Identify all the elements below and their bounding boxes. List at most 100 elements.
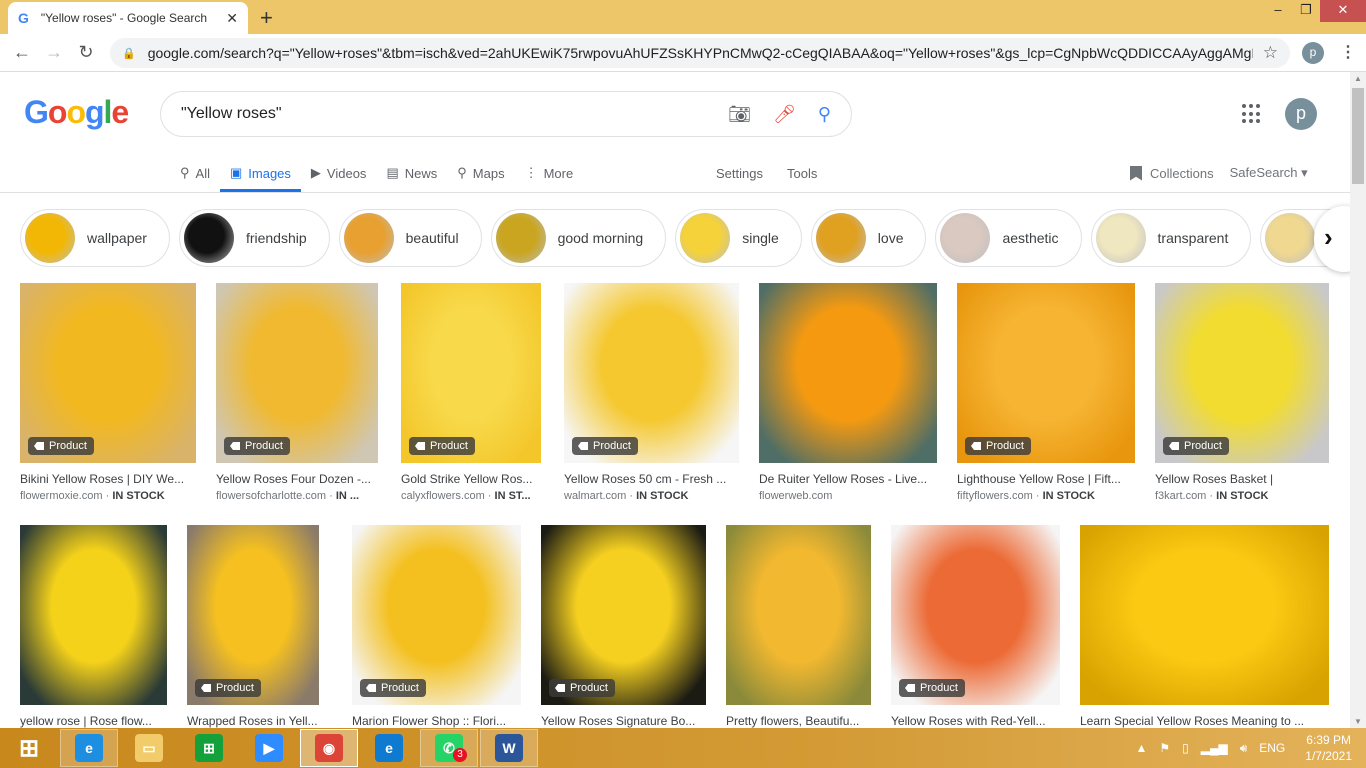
result-title[interactable]: Pretty flowers, Beautifu... [726, 714, 871, 728]
taskbar-zoom[interactable]: ▶ [240, 729, 298, 767]
result-title[interactable]: Wrapped Roses in Yell... [187, 714, 319, 728]
result-source[interactable]: flowermoxie.com · IN STOCK [20, 490, 196, 502]
result-title[interactable]: Learn Special Yellow Roses Meaning to ..… [1080, 714, 1329, 728]
result-thumbnail[interactable]: Product [216, 283, 378, 463]
new-tab-button[interactable]: + [260, 5, 273, 31]
image-result[interactable]: yellow rose | Rose flow... [20, 525, 167, 728]
result-thumbnail[interactable]: Product [1155, 283, 1329, 463]
tab-more[interactable]: ⋮ More [525, 154, 574, 192]
result-title[interactable]: Yellow Roses Four Dozen -... [216, 472, 378, 486]
image-result[interactable]: Product Yellow Roses with Red-Yell... [891, 525, 1060, 728]
image-result[interactable]: ProductMarion Flower Shop :: Flori... [352, 525, 521, 728]
image-result[interactable]: Pretty flowers, Beautifu... [726, 525, 871, 728]
scrollbar-thumb[interactable] [1352, 88, 1364, 184]
search-box[interactable]: "Yellow roses" 📷︎ 🎤︎ ⚲ [160, 91, 852, 137]
related-search-chip[interactable]: single [675, 209, 802, 267]
browser-tab[interactable]: G "Yellow roses" - Google Search ✕ [8, 2, 248, 34]
tab-videos[interactable]: ▶ Videos [311, 154, 367, 192]
result-thumbnail[interactable] [726, 525, 871, 705]
battery-icon[interactable]: ▯ [1182, 741, 1189, 755]
image-result[interactable]: Product Wrapped Roses in Yell... [187, 525, 319, 728]
related-search-chip[interactable]: transparent [1090, 209, 1252, 267]
result-thumbnail[interactable] [759, 283, 937, 463]
related-search-chip[interactable]: friendship [178, 209, 330, 267]
result-thumbnail[interactable]: Product [541, 525, 706, 705]
result-title[interactable]: Marion Flower Shop :: Flori... [352, 714, 521, 728]
taskbar-file-explorer[interactable]: ▭ [120, 729, 178, 767]
close-tab-icon[interactable]: ✕ [226, 10, 238, 27]
tab-images[interactable]: ▣ Images [219, 154, 301, 192]
forward-button[interactable]: → [38, 42, 70, 63]
microphone-icon[interactable]: 🎤︎ [773, 104, 796, 125]
result-thumbnail[interactable]: Product [891, 525, 1060, 705]
image-result[interactable]: Product Yellow Roses Signature Bo... [541, 525, 706, 728]
result-title[interactable]: Yellow Roses with Red-Yell... [891, 714, 1060, 728]
result-title[interactable]: De Ruiter Yellow Roses - Live... [759, 472, 937, 486]
back-button[interactable]: ← [6, 42, 38, 63]
result-source[interactable]: fiftyflowers.com · IN STOCK [957, 490, 1135, 502]
image-result[interactable]: Product Lighthouse Yellow Rose | Fift... f… [957, 283, 1135, 502]
result-source[interactable]: calyxflowers.com · IN ST... [401, 490, 541, 502]
result-title[interactable]: yellow rose | Rose flow... [20, 714, 167, 728]
image-result[interactable]: Product Yellow Roses 50 cm - Fresh ... wal… [564, 283, 739, 502]
image-result[interactable]: Product Yellow Roses Four Dozen -... flowe… [216, 283, 378, 502]
google-logo[interactable]: Google [24, 94, 129, 131]
page-scrollbar[interactable]: ▲ ▼ [1350, 72, 1366, 728]
result-thumbnail[interactable] [1080, 525, 1329, 705]
search-input[interactable]: "Yellow roses" [181, 105, 706, 123]
language-indicator[interactable]: ENG [1259, 741, 1285, 755]
result-title[interactable]: Lighthouse Yellow Rose | Fift... [957, 472, 1135, 486]
reload-button[interactable]: ↻ [70, 42, 102, 63]
camera-icon[interactable]: 📷︎ [728, 104, 751, 125]
browser-profile-avatar[interactable]: p [1302, 42, 1324, 64]
close-window-button[interactable]: ✕ [1320, 0, 1366, 22]
bookmark-star-icon[interactable]: ☆ [1263, 43, 1278, 63]
image-result[interactable]: Product Gold Strike Yellow Ros... calyxflo… [401, 283, 541, 502]
tab-all[interactable]: ⚲ All [180, 154, 210, 192]
network-signal-icon[interactable]: ▂▄▆ [1201, 741, 1228, 755]
restore-button[interactable]: ❐ [1292, 0, 1320, 22]
result-thumbnail[interactable]: Product [352, 525, 521, 705]
result-thumbnail[interactable]: Product [564, 283, 739, 463]
action-center-flag-icon[interactable]: ⚑ [1159, 741, 1170, 755]
taskbar-whatsapp[interactable]: ✆ 3 [420, 729, 478, 767]
result-thumbnail[interactable]: Product [401, 283, 541, 463]
browser-menu-icon[interactable]: ⋮ [1340, 42, 1356, 62]
result-thumbnail[interactable] [20, 525, 167, 705]
tab-news[interactable]: ▤ News [386, 154, 437, 192]
scroll-down-arrow-icon[interactable]: ▼ [1350, 717, 1366, 726]
url-text[interactable]: google.com/search?q="Yellow+roses"&tbm=i… [148, 45, 1253, 61]
taskbar-edge[interactable]: e [360, 729, 418, 767]
result-title[interactable]: Yellow Roses 50 cm - Fresh ... [564, 472, 739, 486]
tools-link[interactable]: Tools [787, 166, 817, 181]
image-result[interactable]: Learn Special Yellow Roses Meaning to ..… [1080, 525, 1329, 728]
result-title[interactable]: Yellow Roses Signature Bo... [541, 714, 706, 728]
image-result[interactable]: Product Yellow Roses Basket | f3kart.com ·… [1155, 283, 1329, 502]
result-title[interactable]: Gold Strike Yellow Ros... [401, 472, 541, 486]
result-source[interactable]: f3kart.com · IN STOCK [1155, 490, 1329, 502]
search-icon[interactable]: ⚲ [818, 104, 831, 125]
account-avatar[interactable]: p [1285, 98, 1317, 130]
show-hidden-icons-icon[interactable]: ▲ [1135, 741, 1147, 755]
taskbar-internet-explorer[interactable]: e [60, 729, 118, 767]
tab-maps[interactable]: ⚲ Maps [457, 154, 504, 192]
taskbar-chrome[interactable]: ◉ [300, 729, 358, 767]
taskbar-word[interactable]: W [480, 729, 538, 767]
taskbar-start[interactable]: ⊞ [0, 729, 58, 767]
volume-icon[interactable]: 🔊︎ [1240, 741, 1248, 756]
result-source[interactable]: flowersofcharlotte.com · IN ... [216, 490, 378, 502]
result-title[interactable]: Yellow Roses Basket | [1155, 472, 1329, 486]
related-search-chip[interactable]: love [810, 209, 927, 267]
image-result[interactable]: De Ruiter Yellow Roses - Live... flowerwe… [759, 283, 937, 502]
google-apps-icon[interactable] [1242, 104, 1262, 124]
address-bar[interactable]: 🔒 google.com/search?q="Yellow+roses"&tbm… [110, 38, 1290, 68]
result-thumbnail[interactable]: Product [187, 525, 319, 705]
related-search-chip[interactable]: good morning [490, 209, 667, 267]
result-thumbnail[interactable]: Product [20, 283, 196, 463]
result-source[interactable]: flowerweb.com [759, 490, 937, 502]
image-result[interactable]: Product Bikini Yellow Roses | DIY We... fl… [20, 283, 196, 502]
safesearch-dropdown[interactable]: SafeSearch ▾ [1230, 165, 1308, 181]
taskbar-store[interactable]: ⊞ [180, 729, 238, 767]
related-search-chip[interactable]: aesthetic [935, 209, 1082, 267]
settings-link[interactable]: Settings [716, 166, 763, 181]
